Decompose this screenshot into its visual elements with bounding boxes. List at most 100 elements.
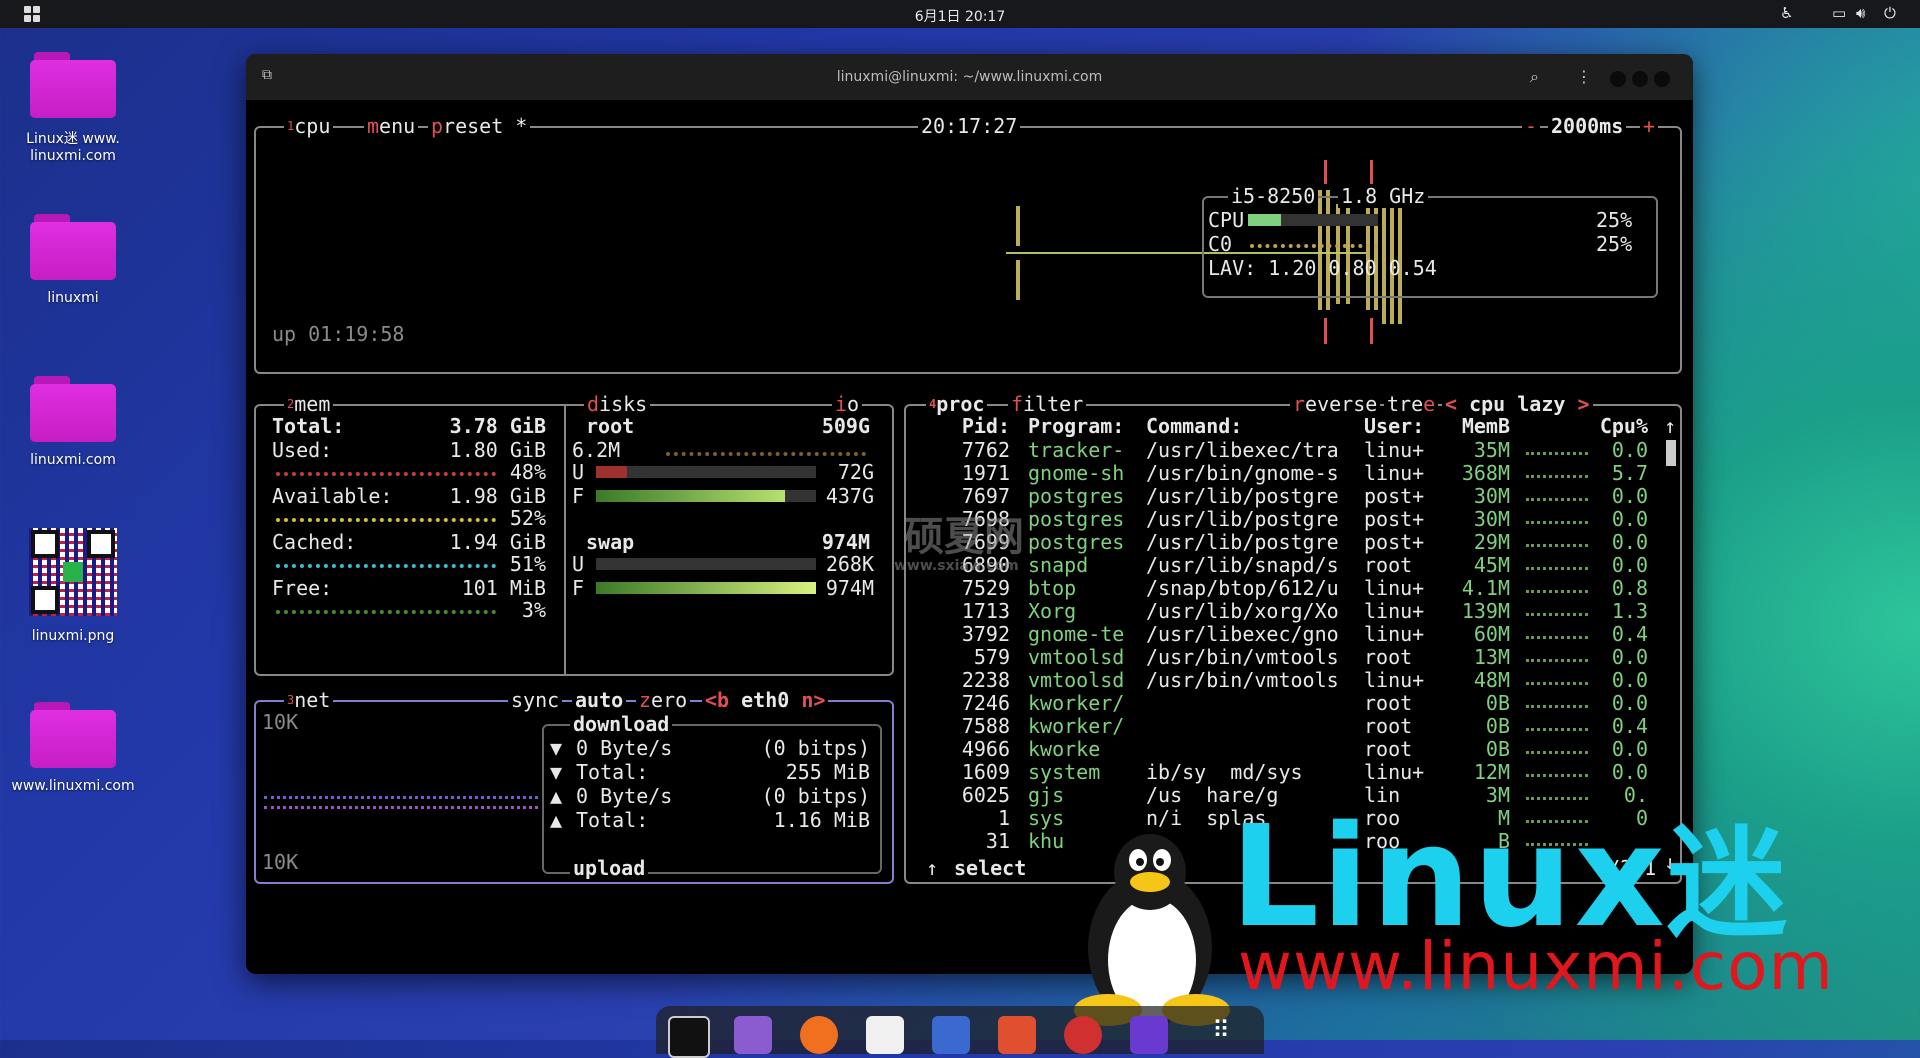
disk-swap-size: 974M [821, 530, 870, 554]
desktop-folder-www-linuxmi-com[interactable]: www.linuxmi.com [10, 702, 136, 794]
proc-select-label[interactable]: select [950, 856, 1031, 880]
minimize-button[interactable] [1610, 71, 1626, 87]
proc-program: vmtoolsd [1028, 645, 1125, 669]
proc-cpu-graph [1526, 613, 1588, 620]
disk-root-io: 6.2M [572, 438, 621, 462]
uptime: up 01:19:58 [272, 322, 405, 346]
power-icon[interactable]: ⏻ [1884, 4, 1896, 22]
app-icon[interactable] [1130, 1016, 1168, 1054]
proc-tree-toggle[interactable]: tree [1384, 392, 1439, 416]
proc-select-up-icon[interactable]: ↑ [926, 856, 938, 880]
interval-increase[interactable]: + [1640, 114, 1659, 138]
net-zero-toggle[interactable]: zero [636, 688, 691, 712]
proc-pid: 7588 [961, 714, 1010, 738]
search-icon[interactable]: ⌕ [1530, 67, 1539, 87]
volume-icon[interactable]: 🔊︎ [1856, 4, 1865, 22]
col-program[interactable]: Program: [1028, 414, 1124, 438]
menu-button[interactable]: menu [364, 114, 419, 138]
menu-icon[interactable]: ⋮ [1576, 67, 1592, 86]
software-app-icon[interactable] [998, 1016, 1036, 1054]
clock[interactable]: 6月1日 20:17 [0, 6, 1920, 26]
disk-root-free-label: F [572, 484, 585, 508]
proc-scroll-up[interactable]: ↑ [1664, 414, 1676, 438]
net-box-title[interactable]: 3net [284, 688, 334, 712]
proc-reverse-toggle[interactable]: reverse [1290, 392, 1381, 416]
accessibility-icon[interactable]: ♿ [1780, 4, 1793, 22]
proc-sort-selector[interactable]: < cpu lazy > [1442, 392, 1593, 416]
close-button[interactable] [1654, 71, 1670, 87]
proc-program: postgres [1028, 507, 1125, 531]
update-interval: 2000ms [1548, 114, 1627, 138]
net-ul-bitrate: (0 bitps) [761, 784, 870, 808]
desktop-file-linuxmi-png[interactable]: linuxmi.png [10, 528, 136, 644]
proc-scrollbar-thumb[interactable] [1666, 440, 1676, 466]
proc-cpu: 1.3 [1611, 599, 1648, 623]
proc-memb: 4.1M [1461, 576, 1510, 600]
proc-command: /usr/lib/postgre [1146, 507, 1339, 531]
proc-user: linu+ [1364, 438, 1425, 462]
firefox-app-icon[interactable] [800, 1016, 838, 1054]
preset-button[interactable]: preset * [428, 114, 531, 138]
proc-box-title[interactable]: 4proc [926, 392, 988, 416]
proc-cpu-graph [1526, 751, 1588, 758]
col-command[interactable]: Command: [1146, 414, 1242, 438]
browser-app-icon[interactable] [1064, 1016, 1102, 1054]
proc-cpu: 0.0 [1611, 507, 1648, 531]
linux-logo-text: Linux迷 [1230, 796, 1789, 959]
cpu-box-title[interactable]: 1cpu [284, 114, 334, 138]
desktop-folder-linuxmi[interactable]: linuxmi [10, 214, 136, 306]
mem-cached-pct: 51% [509, 552, 546, 576]
proc-command: /usr/lib/xorg/Xo [1146, 599, 1339, 623]
proc-cpu: 0.0 [1611, 691, 1648, 715]
interval-decrease[interactable]: - [1522, 114, 1541, 138]
mem-disks-divider [564, 406, 566, 674]
disks-box-title[interactable]: disks [584, 392, 651, 416]
net-ul-rate-arrow: ▲ [550, 784, 563, 808]
net-sync-toggle[interactable]: sync [508, 688, 563, 712]
desktop-folder-linuxmi-www[interactable]: Linux迷 www. linuxmi.com [10, 52, 136, 164]
proc-cpu-graph [1526, 521, 1588, 528]
net-interface-selector[interactable]: <b eth0 n> [702, 688, 829, 712]
files-app-icon[interactable] [734, 1016, 772, 1054]
proc-pid: 579 [973, 645, 1010, 669]
proc-cpu: 0.0 [1611, 645, 1648, 669]
proc-pid: 1609 [961, 760, 1010, 784]
col-pid[interactable]: Pid: [946, 414, 1010, 438]
proc-cpu-graph [1526, 544, 1588, 551]
net-scale-bottom: 10K [262, 850, 299, 874]
col-memb[interactable]: MemB [1446, 414, 1510, 438]
col-user[interactable]: User: [1364, 414, 1424, 438]
proc-user: post+ [1364, 507, 1425, 531]
mail-app-icon[interactable] [932, 1016, 970, 1054]
net-download-title: download [570, 712, 673, 736]
proc-program: kworke [1028, 737, 1101, 761]
disk-root-used-label: U [572, 460, 585, 484]
proc-pid: 3792 [961, 622, 1010, 646]
show-apps-grid-icon[interactable]: ⠿ [1202, 1016, 1240, 1054]
proc-pid: 7246 [961, 691, 1010, 715]
proc-memb: 35M [1473, 438, 1510, 462]
proc-user: root [1364, 645, 1413, 669]
proc-filter[interactable]: filter [1008, 392, 1087, 416]
display-icon[interactable]: ▭ [1832, 4, 1846, 22]
proc-program: vmtoolsd [1028, 668, 1125, 692]
col-cpu[interactable]: Cpu% [1596, 414, 1648, 438]
desktop-folder-linuxmi-com[interactable]: linuxmi.com [10, 376, 136, 468]
qr-code-thumbnail-icon [29, 528, 117, 616]
net-auto-toggle[interactable]: auto [572, 688, 627, 712]
io-toggle[interactable]: io [832, 392, 863, 416]
maximize-button[interactable] [1632, 71, 1648, 87]
title-bar[interactable]: ⧉ linuxmi@linuxmi: ~/www.linuxmi.com ⌕ ⋮ [246, 54, 1693, 100]
proc-program: system [1028, 760, 1101, 784]
mem-box-title[interactable]: 2mem [284, 392, 334, 416]
proc-memb: 30M [1473, 507, 1510, 531]
proc-command: /usr/libexec/tra [1146, 438, 1339, 462]
proc-program: postgres [1028, 484, 1125, 508]
proc-user: post+ [1364, 484, 1425, 508]
proc-cpu-graph [1526, 659, 1588, 666]
proc-cpu: 0.0 [1611, 668, 1648, 692]
text-editor-app-icon[interactable] [866, 1016, 904, 1054]
cpu-total-label: CPU [1208, 208, 1245, 232]
proc-pid: 2238 [961, 668, 1010, 692]
terminal-app-icon[interactable] [668, 1016, 710, 1058]
